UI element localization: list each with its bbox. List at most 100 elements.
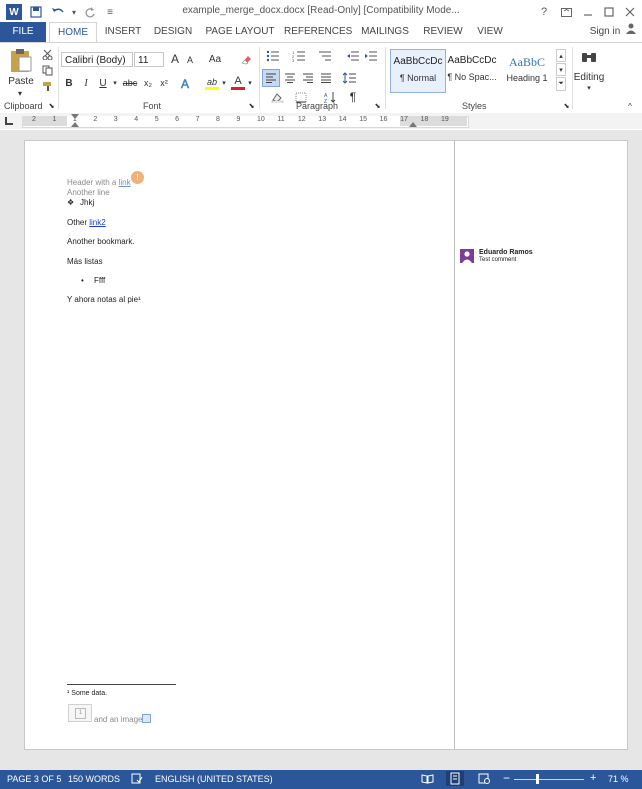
styles-more-icon[interactable]: ⏷	[556, 77, 566, 91]
first-line-indent-marker[interactable]	[71, 114, 79, 119]
inline-image-icon[interactable]	[142, 714, 151, 723]
ruler-number: 2	[93, 116, 98, 123]
zoom-out-button[interactable]: −	[503, 771, 510, 785]
tab-review[interactable]: REVIEW	[421, 22, 465, 42]
tab-view[interactable]: VIEW	[473, 22, 507, 42]
document-page[interactable]: Header with a link ! Another line ❖ Jhkj…	[24, 140, 456, 750]
italic-button[interactable]: I	[79, 75, 93, 91]
clear-formatting-icon[interactable]	[238, 51, 254, 67]
tab-references[interactable]: REFERENCES	[284, 22, 352, 42]
font-color-dropdown-icon[interactable]: ▾	[246, 75, 254, 91]
strikethrough-button[interactable]: abc	[121, 75, 139, 91]
align-left-icon[interactable]	[262, 69, 280, 87]
align-right-icon[interactable]	[300, 69, 316, 87]
editing-button[interactable]: Editing	[574, 70, 605, 84]
other-link[interactable]: link2	[89, 218, 105, 227]
footer-image-placeholder[interactable]: 1	[68, 704, 92, 722]
numbering-icon[interactable]: 123	[290, 48, 308, 64]
styles-scroll-up-icon[interactable]: ▴	[556, 49, 566, 62]
right-indent-marker[interactable]	[409, 122, 417, 127]
decrease-indent-icon[interactable]	[344, 48, 360, 64]
styles-scroll-down-icon[interactable]: ▾	[556, 63, 566, 76]
web-layout-icon[interactable]	[478, 773, 491, 786]
tab-design[interactable]: DESIGN	[151, 22, 195, 42]
editing-dropdown-icon[interactable]: ▾	[584, 83, 594, 93]
ribbon-display-options-icon[interactable]	[558, 4, 574, 20]
tab-page-layout[interactable]: PAGE LAYOUT	[205, 22, 275, 42]
comment-author[interactable]: Eduardo Ramos	[479, 249, 533, 256]
paragraph-launcher-icon[interactable]: ⬊	[373, 101, 382, 110]
word-count[interactable]: 150 WORDS	[68, 774, 120, 784]
underline-dropdown-icon[interactable]: ▾	[111, 75, 119, 91]
header-link[interactable]: link	[119, 178, 131, 187]
cut-icon[interactable]	[40, 47, 54, 61]
zoom-slider-thumb[interactable]	[536, 774, 539, 784]
style-heading-1[interactable]: AaBbC Heading 1	[500, 49, 554, 91]
comment-marker-icon[interactable]: !	[131, 171, 144, 184]
style-normal-name: ¶ Normal	[399, 73, 437, 83]
separator	[259, 47, 260, 109]
paste-button-label[interactable]: Paste	[6, 75, 36, 87]
change-case-button[interactable]: Aa	[206, 52, 224, 66]
zoom-in-button[interactable]: +	[590, 772, 596, 784]
bold-button[interactable]: B	[62, 75, 76, 91]
tab-home[interactable]: HOME	[49, 22, 97, 44]
ruler-number: 16	[379, 116, 388, 123]
find-binoculars-icon[interactable]	[580, 47, 598, 67]
paste-dropdown-icon[interactable]: ▾	[14, 88, 26, 98]
underline-button[interactable]: U	[96, 75, 110, 91]
hanging-indent-marker[interactable]	[71, 122, 79, 127]
grow-font-button[interactable]: A	[168, 51, 182, 67]
increase-indent-icon[interactable]	[362, 48, 378, 64]
zoom-level[interactable]: 71 %	[608, 774, 629, 784]
justify-icon[interactable]	[318, 69, 334, 87]
show-hide-formatting-button[interactable]: ¶	[346, 89, 360, 105]
style-no-spacing[interactable]: AaBbCcDc ¶ No Spac...	[445, 49, 499, 91]
font-name-combo[interactable]: Calibri (Body)	[61, 52, 133, 67]
format-painter-icon[interactable]	[40, 79, 54, 93]
sign-in-link[interactable]: Sign in	[585, 22, 625, 42]
font-size-combo[interactable]: 11	[134, 52, 164, 67]
shading-icon[interactable]	[268, 90, 286, 104]
tab-mailings[interactable]: MAILINGS	[358, 22, 412, 42]
align-center-icon[interactable]	[282, 69, 298, 87]
read-mode-icon[interactable]	[421, 773, 434, 786]
print-layout-icon[interactable]	[446, 771, 464, 786]
collapse-ribbon-icon[interactable]: ^	[625, 101, 635, 111]
page-counter[interactable]: PAGE 3 OF 5	[7, 774, 61, 784]
tab-insert[interactable]: INSERT	[101, 22, 145, 42]
multilevel-list-icon[interactable]	[316, 48, 334, 64]
zoom-slider-track[interactable]	[514, 779, 584, 780]
clipboard-launcher-icon[interactable]: ⬊	[47, 101, 56, 110]
font-name-value: Calibri (Body)	[65, 55, 126, 66]
style-normal[interactable]: AaBbCcDc ¶ Normal	[390, 49, 446, 93]
copy-icon[interactable]	[40, 63, 54, 77]
ruler-number: 7	[195, 116, 200, 123]
close-icon[interactable]	[622, 4, 638, 20]
superscript-button[interactable]: x²	[156, 75, 172, 91]
paste-icon[interactable]	[6, 47, 34, 75]
bullets-icon[interactable]	[264, 48, 282, 64]
text-effects-icon[interactable]: A	[178, 75, 194, 91]
account-icon[interactable]	[623, 22, 639, 42]
style-normal-preview: AaBbCcDc	[393, 56, 443, 67]
horizontal-ruler[interactable]: 2 1 1 2 3 4 5 6 7 8 9 10 11 12 13 14 15 16 17 18 19	[0, 113, 642, 129]
font-size-value: 11	[138, 55, 149, 66]
other-line: Other link2	[67, 218, 106, 227]
language-indicator[interactable]: ENGLISH (UNITED STATES)	[155, 774, 273, 784]
help-icon[interactable]: ?	[536, 4, 552, 20]
subscript-button[interactable]: x₂	[140, 75, 156, 91]
maximize-icon[interactable]	[601, 4, 617, 20]
font-launcher-icon[interactable]: ⬊	[247, 101, 256, 110]
styles-launcher-icon[interactable]: ⬊	[562, 101, 571, 110]
proofing-icon[interactable]	[131, 773, 143, 786]
font-color-bar	[231, 87, 245, 90]
minimize-icon[interactable]	[580, 4, 596, 20]
highlight-dropdown-icon[interactable]: ▾	[220, 75, 228, 91]
line-spacing-icon[interactable]	[340, 69, 360, 87]
font-color-button[interactable]: A	[230, 74, 246, 88]
status-bar: PAGE 3 OF 5 150 WORDS ENGLISH (UNITED ST…	[0, 770, 642, 789]
comment-text[interactable]: Test comment	[479, 257, 516, 263]
tab-file[interactable]: FILE	[0, 22, 46, 42]
shrink-font-button[interactable]: A	[184, 53, 196, 67]
